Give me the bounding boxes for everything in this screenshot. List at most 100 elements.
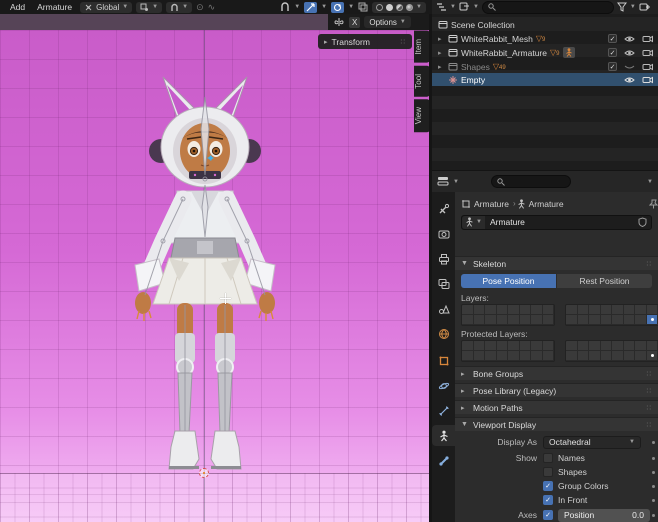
layer-cell[interactable] bbox=[543, 305, 555, 315]
armature-name-field[interactable]: ▼ Armature bbox=[461, 215, 652, 230]
layer-cell[interactable] bbox=[635, 305, 647, 315]
layer-cell[interactable] bbox=[520, 315, 532, 325]
fake-user-shield-icon[interactable] bbox=[638, 217, 647, 227]
tab-tool[interactable] bbox=[432, 198, 455, 219]
layer-cell[interactable] bbox=[647, 315, 658, 325]
layer-cell[interactable] bbox=[485, 305, 497, 315]
tab-object-data-armature[interactable] bbox=[432, 425, 455, 446]
snapping-dropdown[interactable]: ▼ bbox=[166, 2, 192, 13]
tab-bone[interactable] bbox=[432, 450, 455, 471]
breadcrumb-data[interactable]: Armature bbox=[529, 199, 564, 209]
layer-cell[interactable] bbox=[601, 341, 613, 351]
outliner-item-label[interactable]: WhiteRabbit_Mesh bbox=[461, 34, 533, 44]
layer-cell[interactable] bbox=[578, 305, 590, 315]
animate-dot[interactable] bbox=[652, 471, 655, 474]
axes-position-slider[interactable]: Position 0.0 bbox=[558, 509, 650, 522]
layer-cell[interactable] bbox=[497, 315, 509, 325]
layer-cell[interactable] bbox=[520, 351, 532, 361]
layer-cell[interactable] bbox=[474, 341, 486, 351]
render-camera-icon[interactable] bbox=[642, 35, 653, 43]
layer-cell[interactable] bbox=[462, 305, 474, 315]
tab-render[interactable] bbox=[432, 223, 455, 244]
shapes-checkbox[interactable] bbox=[543, 467, 553, 477]
layer-cell[interactable] bbox=[497, 305, 509, 315]
layer-cell[interactable] bbox=[531, 315, 543, 325]
layer-cell[interactable] bbox=[589, 315, 601, 325]
new-collection-icon[interactable] bbox=[639, 2, 650, 12]
layer-cell[interactable] bbox=[647, 351, 658, 361]
layer-cell[interactable] bbox=[462, 315, 474, 325]
layer-cell[interactable] bbox=[589, 341, 601, 351]
layer-cell[interactable] bbox=[508, 305, 520, 315]
properties-search-input[interactable] bbox=[491, 175, 571, 188]
layer-cell[interactable] bbox=[578, 315, 590, 325]
layer-cell[interactable] bbox=[531, 351, 543, 361]
layer-cell[interactable] bbox=[474, 305, 486, 315]
tab-object[interactable] bbox=[432, 350, 455, 371]
proportional-editing-icon[interactable]: ⊙ bbox=[196, 2, 204, 13]
tab-world[interactable] bbox=[432, 323, 455, 344]
layer-cell[interactable] bbox=[624, 305, 636, 315]
layer-cell[interactable] bbox=[566, 351, 578, 361]
group-colors-checkbox[interactable]: ✓ bbox=[543, 481, 553, 491]
x-axis-mirror-toggle[interactable]: X bbox=[349, 17, 360, 28]
animate-dot[interactable] bbox=[652, 514, 655, 517]
layer-cell[interactable] bbox=[531, 305, 543, 315]
render-camera-icon[interactable] bbox=[642, 49, 653, 57]
editor-split-handle[interactable] bbox=[429, 14, 432, 522]
layer-cell[interactable] bbox=[612, 351, 624, 361]
x-mirror-butterfly-icon[interactable] bbox=[333, 17, 345, 27]
armature-mode-icon[interactable] bbox=[563, 47, 575, 58]
layer-cell[interactable] bbox=[474, 351, 486, 361]
pivot-point-dropdown[interactable]: ▼ bbox=[136, 2, 162, 13]
animate-dot[interactable] bbox=[652, 499, 655, 502]
outliner-item-label[interactable]: Scene Collection bbox=[451, 20, 515, 30]
exclude-checkbox[interactable]: ✓ bbox=[608, 34, 617, 43]
tab-physics[interactable] bbox=[432, 375, 455, 396]
chevron-down-icon[interactable]: ▼ bbox=[647, 179, 653, 185]
outliner-row-scene-collection[interactable]: Scene Collection bbox=[432, 18, 658, 31]
xray-toggle-icon[interactable] bbox=[358, 2, 368, 12]
add-menu[interactable]: Add bbox=[6, 2, 29, 12]
layer-cell[interactable] bbox=[497, 351, 509, 361]
shading-wireframe-icon[interactable] bbox=[376, 4, 383, 11]
layer-cell[interactable] bbox=[531, 341, 543, 351]
layer-cell[interactable] bbox=[624, 315, 636, 325]
tab-view-layer[interactable] bbox=[432, 273, 455, 294]
layer-cell[interactable] bbox=[601, 351, 613, 361]
layer-cell[interactable] bbox=[508, 341, 520, 351]
layer-cell[interactable] bbox=[612, 305, 624, 315]
tab-scene[interactable] bbox=[432, 298, 455, 319]
pose-library-panel-header[interactable]: ▸ Pose Library (Legacy) ∷ bbox=[455, 383, 658, 397]
rest-position-button[interactable]: Rest Position bbox=[556, 274, 652, 288]
layer-cell[interactable] bbox=[635, 315, 647, 325]
layer-cell[interactable] bbox=[485, 315, 497, 325]
character-model[interactable] bbox=[105, 67, 305, 477]
shading-rendered-icon[interactable] bbox=[406, 4, 413, 11]
transform-orientation-dropdown[interactable]: Global ▼ bbox=[80, 2, 132, 13]
layer-cell[interactable] bbox=[543, 351, 555, 361]
render-camera-icon[interactable] bbox=[642, 63, 653, 71]
skeleton-panel-header[interactable]: ▼ Skeleton ∷ bbox=[455, 256, 658, 270]
viewport-3d[interactable]: ▸ Transform ∷ Item Tool View bbox=[0, 30, 432, 522]
animate-dot[interactable] bbox=[652, 441, 655, 444]
tab-item[interactable]: Item bbox=[414, 31, 430, 63]
outliner-item-label[interactable]: Empty bbox=[461, 75, 485, 85]
shading-solid-icon[interactable] bbox=[386, 4, 393, 11]
layer-cell[interactable] bbox=[474, 315, 486, 325]
protected-layers-grid-left[interactable] bbox=[461, 340, 555, 362]
protected-layers-grid-right[interactable] bbox=[565, 340, 658, 362]
snap-toggle-on[interactable] bbox=[304, 2, 317, 13]
layer-cell[interactable] bbox=[462, 341, 474, 351]
hidden-eye-closed-icon[interactable] bbox=[624, 63, 635, 71]
outliner-properties-split[interactable] bbox=[432, 170, 658, 171]
layers-grid-left[interactable] bbox=[461, 304, 555, 326]
hide-eye-icon[interactable] bbox=[624, 76, 635, 84]
transform-panel-header[interactable]: ▸ Transform ∷ bbox=[318, 34, 412, 49]
layer-cell[interactable] bbox=[589, 305, 601, 315]
id-type-dropdown[interactable]: ▼ bbox=[462, 216, 485, 229]
viewport-display-panel-header[interactable]: ▼ Viewport Display ∷ bbox=[455, 417, 658, 431]
layer-cell[interactable] bbox=[635, 351, 647, 361]
expand-arrow-icon[interactable]: ▸ bbox=[438, 35, 445, 43]
tab-output[interactable] bbox=[432, 248, 455, 269]
